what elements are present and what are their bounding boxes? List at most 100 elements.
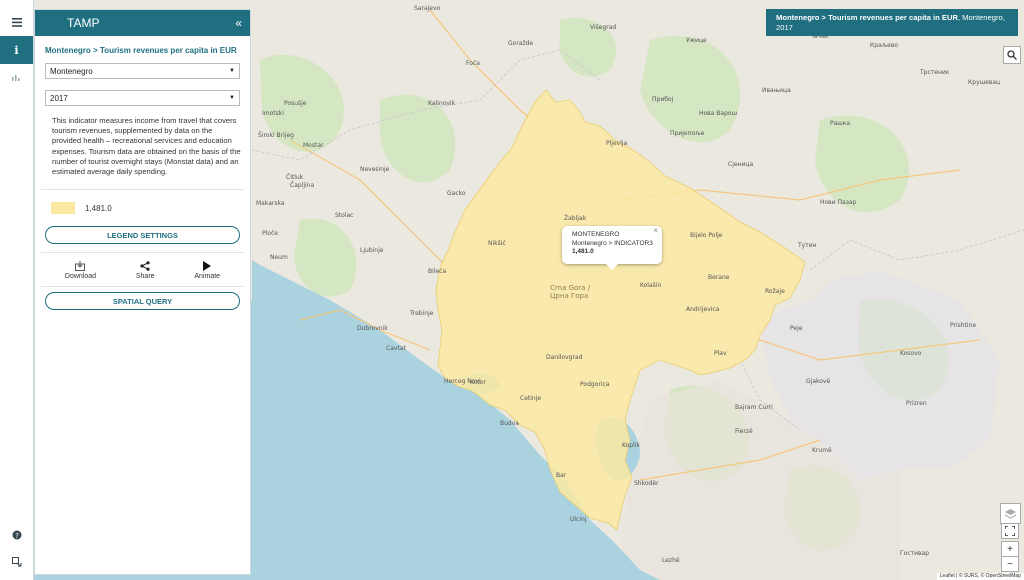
place-label: Posušje: [284, 100, 307, 107]
popup-tip: [606, 264, 618, 270]
place-label: Gacko: [447, 190, 466, 197]
place-label: Višegrad: [590, 24, 617, 31]
place-label: Ужице: [686, 37, 707, 44]
place-label: Makarska: [256, 200, 285, 207]
place-label: Ulcinj: [570, 516, 587, 523]
list-icon: [11, 17, 22, 27]
fullscreen-button[interactable]: [1001, 523, 1019, 539]
info-icon: i: [14, 43, 19, 57]
search-icon: [1007, 50, 1017, 60]
place-label: Rožaje: [765, 288, 785, 295]
fullscreen-icon: [1005, 526, 1015, 536]
export-button[interactable]: [0, 557, 33, 567]
indicator-description: This indicator measures income from trav…: [52, 116, 241, 177]
close-icon[interactable]: ×: [653, 226, 658, 236]
place-label: Krumë: [812, 447, 832, 454]
place-label: Cavtat: [386, 345, 406, 352]
place-label: Čitluk: [286, 174, 304, 181]
popup-subtitle: Montenegro > INDICATOR3: [572, 239, 653, 247]
legend-settings-button[interactable]: LEGEND SETTINGS: [45, 226, 240, 245]
place-label: Trebinje: [410, 310, 434, 317]
place-label: Fierzë: [735, 428, 753, 435]
place-label: Gjakovë: [806, 378, 831, 385]
place-label: Andrijevica: [686, 306, 720, 313]
place-label: Cetinje: [520, 395, 542, 402]
place-label: Bileća: [428, 268, 447, 275]
place-label: Sarajevo: [414, 5, 441, 12]
place-label: Пријепоље: [670, 130, 705, 137]
country-label: Crna Gora / Црна Гора: [550, 284, 591, 300]
country-select-value: Montenegro: [50, 66, 93, 76]
chart-icon: [12, 74, 20, 81]
place-label: Гостивар: [900, 550, 930, 557]
place-label: Нови Пазар: [820, 199, 857, 206]
play-icon: [203, 261, 212, 272]
place-label: Тутин: [798, 242, 817, 249]
place-label: Kosovo: [900, 350, 922, 357]
place-label: Foča: [466, 60, 480, 67]
layers-button[interactable]: [1000, 503, 1021, 524]
divider: [41, 286, 244, 288]
year-select[interactable]: 2017 ▼: [45, 90, 240, 106]
place-label: Bar: [556, 472, 567, 479]
download-label: Download: [64, 273, 97, 281]
collapse-icon[interactable]: «: [235, 16, 242, 30]
place-label: Prizren: [906, 400, 927, 407]
map-attribution[interactable]: Leaflet | © SURS, © OpenStreetMap: [936, 573, 1024, 580]
svg-text:?: ?: [15, 532, 19, 540]
place-label: Herceg Novi: [444, 378, 481, 385]
place-label: Kalinovik: [428, 100, 456, 107]
place-label: Lezhë: [662, 557, 680, 564]
caret-down-icon: ▼: [229, 95, 235, 101]
place-label: Nikšić: [488, 240, 506, 247]
help-button[interactable]: ?: [0, 530, 33, 540]
place-label: Prishtine: [950, 322, 977, 329]
breadcrumb: Montenegro > Tourism revenues per capita…: [45, 46, 237, 55]
place-label: Краљево: [870, 42, 899, 49]
place-label: Danilovgrad: [546, 354, 583, 361]
place-label: Podgorica: [580, 381, 610, 388]
share-icon: [140, 261, 150, 272]
place-label: Nevesinje: [360, 166, 390, 173]
map-info-box: Montenegro > Tourism revenues per capita…: [766, 9, 1018, 36]
popup-title: MONTENEGRO: [572, 231, 620, 238]
left-rail: i ?: [0, 0, 34, 580]
rail-chart-button[interactable]: [0, 64, 33, 90]
sidebar-panel: TAMP « Montenegro > Tourism revenues per…: [34, 9, 251, 575]
place-label: Трстеник: [920, 69, 950, 76]
rail-info-button[interactable]: i: [0, 36, 33, 64]
zoom-in-button[interactable]: +: [1001, 541, 1019, 557]
place-label: Pljevlja: [606, 140, 628, 147]
spatial-query-button[interactable]: SPATIAL QUERY: [45, 292, 240, 311]
place-label: Bijelo Polje: [690, 232, 723, 239]
legend-item: 1,481.0: [51, 202, 250, 215]
country-select[interactable]: Montenegro ▼: [45, 63, 240, 79]
download-icon: [75, 261, 86, 272]
help-icon: ?: [12, 530, 21, 540]
place-label: Budva: [500, 420, 519, 427]
share-button[interactable]: Share: [136, 261, 155, 280]
caret-down-icon: ▼: [229, 68, 235, 74]
place-label: Goražde: [508, 40, 534, 47]
zoom-out-button[interactable]: −: [1001, 556, 1019, 572]
legend-swatch: [51, 202, 75, 215]
download-button[interactable]: Download: [65, 261, 96, 280]
place-label: Mostar: [303, 142, 324, 149]
place-label: Прибој: [652, 96, 674, 103]
legend-value: 1,481.0: [85, 203, 112, 213]
place-label: Čapljina: [290, 182, 315, 189]
place-label: Plav: [714, 350, 727, 357]
animate-label: Animate: [194, 273, 221, 281]
place-label: Bajram Curri: [735, 404, 773, 411]
place-label: Сјеница: [728, 161, 754, 168]
search-button[interactable]: [1003, 46, 1021, 64]
animate-button[interactable]: Animate: [194, 261, 220, 280]
place-label: Berane: [708, 274, 730, 281]
place-label: Žabljak: [564, 215, 587, 222]
share-label: Share: [135, 273, 155, 281]
divider: [41, 189, 244, 191]
place-label: Ploče: [262, 230, 278, 237]
rail-layers-button[interactable]: [0, 9, 33, 35]
info-bold: Montenegro > Tourism revenues per capita…: [776, 13, 958, 22]
popup-value: 1,481.0: [572, 248, 594, 255]
